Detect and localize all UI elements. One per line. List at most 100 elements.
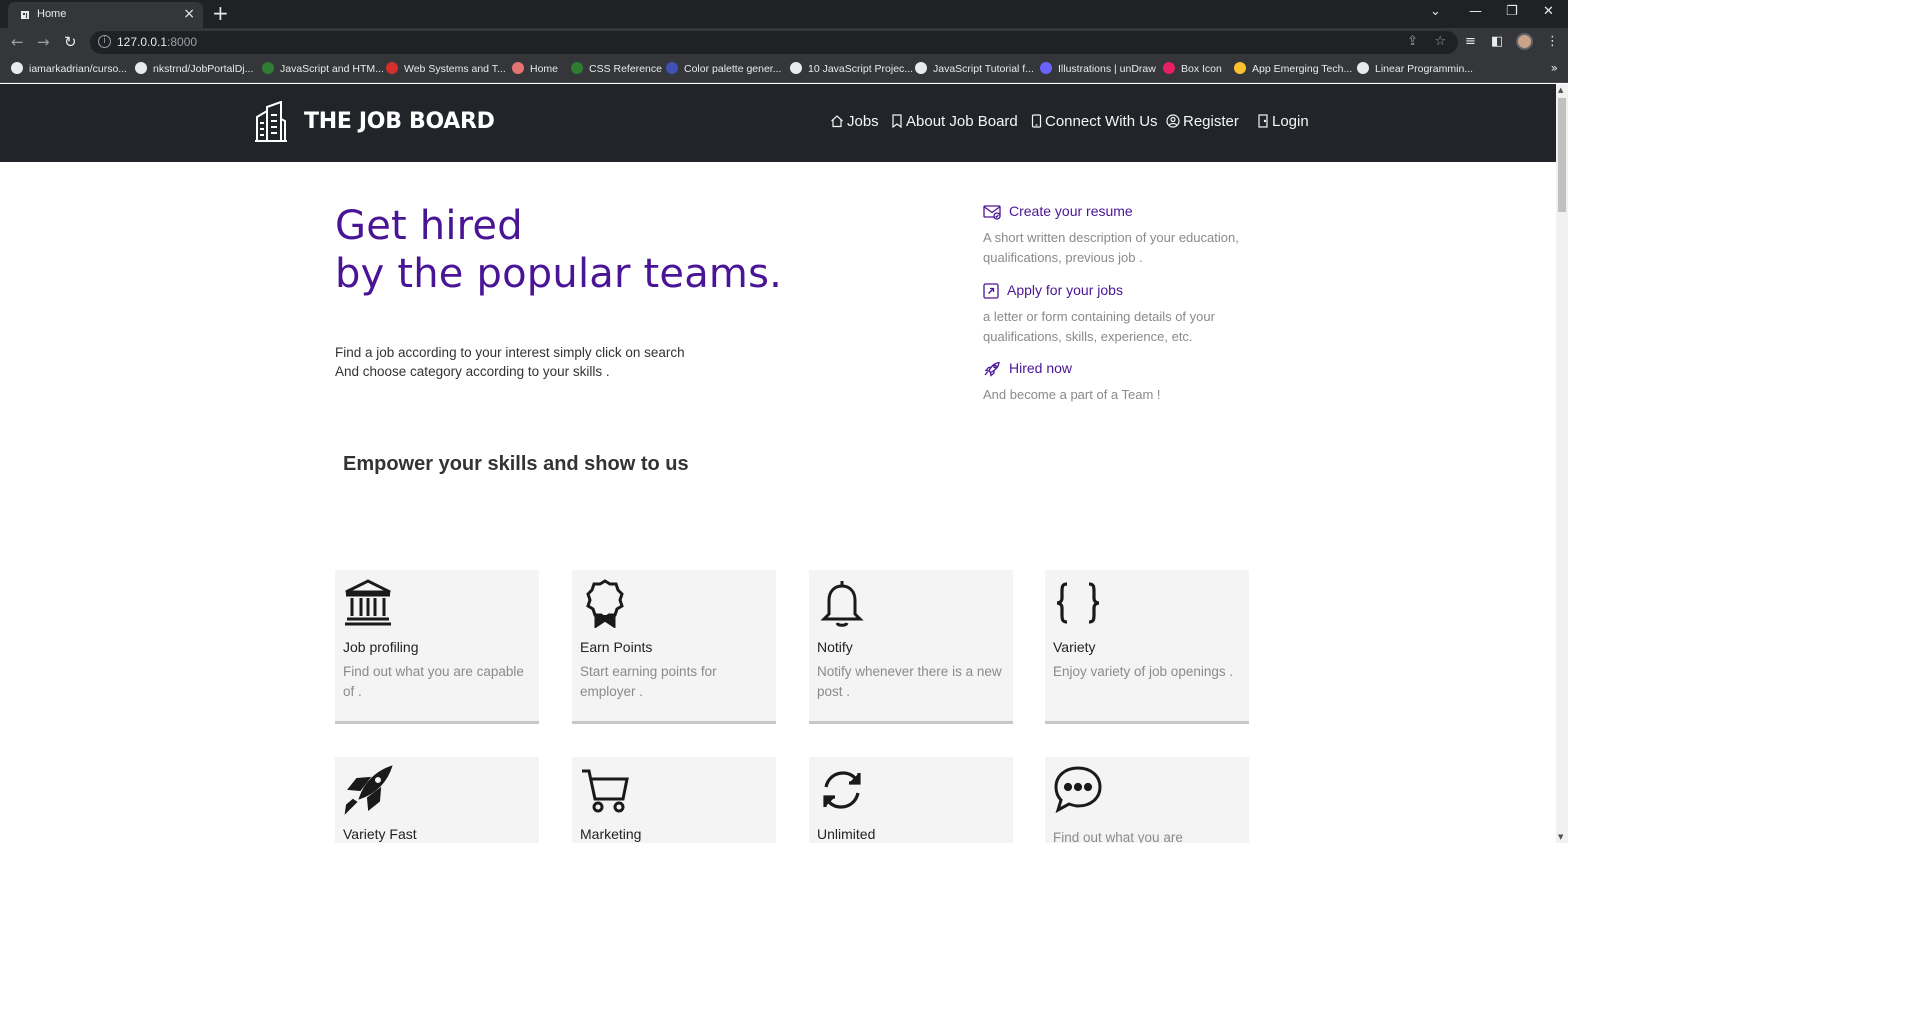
scrollbar-thumb[interactable] (1558, 98, 1566, 212)
card-job-profiling[interactable]: Job profiling Find out what you are capa… (335, 570, 539, 724)
site-navbar: THE JOB BOARD Jobs About Job Board Conne… (0, 84, 1556, 162)
feature-apply-jobs: Apply for your jobs a letter or form con… (983, 282, 1273, 346)
bookmark-item[interactable]: Web Systems and T... (386, 62, 506, 78)
bookmark-item[interactable]: CSS Reference (571, 62, 662, 78)
share-icon[interactable]: ⇪ (1407, 34, 1418, 49)
reading-list-icon[interactable]: ≡ (1465, 34, 1476, 49)
hero-desc-line2: And choose category according to your sk… (335, 364, 610, 379)
reload-icon[interactable]: ↻ (64, 33, 77, 51)
card-desc: Find out what you are capable of . (343, 664, 524, 699)
bookmark-item[interactable]: 10 JavaScript Projec... (790, 62, 913, 78)
web-favicon-icon (571, 62, 583, 74)
feature-heading[interactable]: Hired now (983, 360, 1273, 377)
bookmark-label: JavaScript Tutorial f... (933, 63, 1034, 75)
feature-desc: A short written description of your educ… (983, 230, 1239, 265)
bookmark-item[interactable]: JavaScript and HTM... (262, 62, 384, 78)
grid-favicon-icon (915, 62, 927, 74)
tab-close-icon[interactable]: × (183, 6, 195, 22)
github-favicon-icon (11, 62, 23, 74)
card-title: Marketing (580, 826, 642, 842)
address-bar[interactable]: i 127.0.0.1:8000 ⇪ ☆ (90, 31, 1458, 54)
bookmark-star-icon[interactable]: ☆ (1434, 34, 1446, 49)
bookmark-item[interactable]: nkstrnd/JobPortalDj... (135, 62, 253, 78)
bookmarks-bar: iamarkadrian/curso... nkstrnd/JobPortalDj… (0, 57, 1568, 83)
side-panel-icon[interactable]: ◧ (1491, 34, 1503, 49)
browser-toolbar: ← → ↻ i 127.0.0.1:8000 ⇪ ☆ ≡ ◧ ⋮ (0, 28, 1568, 57)
nav-link-login[interactable]: Login (1257, 113, 1309, 130)
bookmark-item[interactable]: iamarkadrian/curso... (11, 62, 127, 78)
bookmark-item[interactable]: App Emerging Tech... (1234, 62, 1352, 78)
hero-desc-line1: Find a job according to your interest si… (335, 345, 685, 360)
page-scrollbar[interactable]: ▲ ▼ (1556, 84, 1568, 843)
nav-link-label: Connect With Us (1045, 113, 1158, 130)
hero-description: Find a job according to your interest si… (335, 343, 685, 381)
card-title: Variety (1053, 639, 1096, 655)
browser-tab[interactable]: Home × (8, 2, 203, 28)
site-brand[interactable]: THE JOB BOARD (304, 109, 495, 134)
bookmark-item[interactable]: Box Icon (1163, 62, 1222, 78)
site-info-icon[interactable]: i (98, 35, 111, 48)
feature-heading[interactable]: Apply for your jobs (983, 282, 1273, 299)
forward-arrow-icon[interactable]: → (37, 33, 50, 51)
feature-heading[interactable]: Create your resume (983, 203, 1273, 220)
feature-title: Apply for your jobs (1007, 282, 1123, 298)
url-text[interactable]: 127.0.0.1:8000 (117, 35, 197, 49)
feature-hired-now: Hired now And become a part of a Team ! (983, 360, 1273, 405)
card-earn-points[interactable]: Earn Points Start earning points for emp… (572, 570, 776, 724)
nav-link-about[interactable]: About Job Board (891, 113, 1018, 130)
bookmark-label: Box Icon (1181, 63, 1222, 75)
bookmark-icon (892, 114, 902, 129)
feature-desc: a letter or form containing details of y… (983, 309, 1215, 344)
card-variety-fast[interactable]: Variety Fast (335, 757, 539, 843)
back-arrow-icon[interactable]: ← (11, 33, 24, 51)
minimize-button[interactable]: — (1469, 4, 1482, 19)
restore-button[interactable]: ❐ (1506, 4, 1518, 19)
window-close-button[interactable]: ✕ (1543, 4, 1554, 19)
bookmark-label: iamarkadrian/curso... (29, 63, 128, 75)
scroll-down-icon[interactable]: ▼ (1558, 833, 1563, 841)
bookmark-label: Home (530, 63, 559, 75)
section-title: Empower your skills and show to us (343, 453, 689, 475)
browser-tab-strip: Home × + ⌄ — ❐ ✕ (0, 0, 1568, 28)
url-port: :8000 (167, 35, 198, 49)
card-title: Notify (817, 639, 853, 655)
card-variety[interactable]: Variety Enjoy variety of job openings . (1045, 570, 1249, 724)
chat-icon (1054, 766, 1102, 814)
award-icon (586, 579, 624, 628)
bookmark-item[interactable]: JavaScript Tutorial f... (915, 62, 1034, 78)
bookmark-label: 10 JavaScript Projec... (808, 63, 914, 75)
circle-favicon-icon (386, 62, 398, 74)
nav-link-connect[interactable]: Connect With Us (1031, 113, 1158, 130)
hero-title: Get hired by the popular teams. (335, 202, 782, 298)
nav-link-register[interactable]: Register (1166, 113, 1239, 130)
nav-link-label: Login (1272, 113, 1309, 130)
browser-menu-icon[interactable]: ⋮ (1546, 34, 1559, 49)
box-favicon-icon (1163, 62, 1175, 74)
card-desc: Find out what you are (1053, 830, 1183, 843)
card-title: Earn Points (580, 639, 653, 655)
nav-link-jobs[interactable]: Jobs (830, 113, 879, 130)
braces-icon (1056, 582, 1100, 624)
card-marketing[interactable]: Marketing (572, 757, 776, 843)
bookmark-item[interactable]: Home (512, 62, 558, 78)
bookmark-item[interactable]: Illustrations | unDraw (1040, 62, 1156, 78)
bookmark-label: nkstrnd/JobPortalDj... (153, 63, 254, 75)
profile-avatar[interactable] (1516, 33, 1533, 50)
doc-favicon-icon (1357, 62, 1369, 74)
feature-title: Create your resume (1009, 203, 1133, 219)
scroll-up-icon[interactable]: ▲ (1558, 86, 1563, 94)
bookmarks-overflow-icon[interactable]: » (1551, 61, 1558, 75)
card-chat[interactable]: Find out what you are (1045, 757, 1249, 843)
card-unlimited[interactable]: Unlimited (809, 757, 1013, 843)
tab-search-icon[interactable]: ⌄ (1430, 4, 1441, 19)
bank-icon (345, 579, 391, 626)
card-title: Variety Fast (343, 826, 417, 842)
card-notify[interactable]: Notify Notify whenever there is a new po… (809, 570, 1013, 724)
bookmark-item[interactable]: Linear Programmin... (1357, 62, 1473, 78)
user-circle-icon (1166, 114, 1180, 128)
web-favicon-icon (262, 62, 274, 74)
feature-title: Hired now (1009, 360, 1073, 376)
bookmark-item[interactable]: Color palette gener... (666, 62, 781, 78)
new-tab-button[interactable]: + (212, 3, 229, 23)
building-logo-icon[interactable] (254, 101, 288, 143)
